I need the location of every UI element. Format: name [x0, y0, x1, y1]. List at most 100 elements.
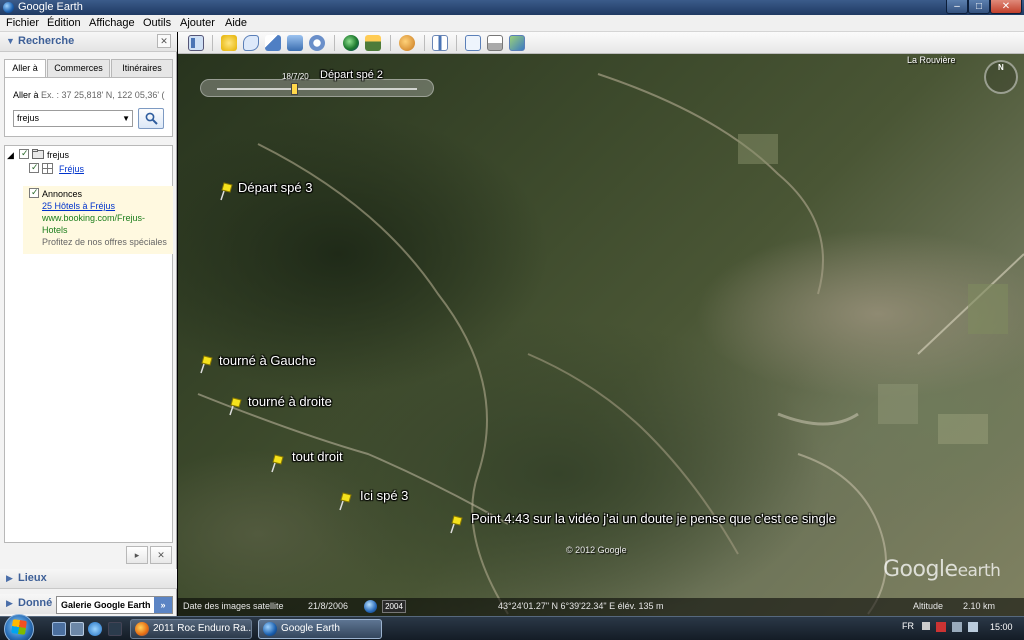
taskbar: 2011 Roc Enduro Ra... Google Earth FR 15…: [0, 614, 1024, 640]
placemark-label[interactable]: Point 4:43 sur la vidéo j'ai un doute je…: [471, 511, 836, 526]
tray-arrow-icon[interactable]: [922, 622, 930, 630]
dropdown-arrow-icon[interactable]: ▼: [122, 111, 130, 126]
menu-affichage[interactable]: Affichage: [89, 17, 135, 30]
collapse-arrow-icon: ▼: [6, 36, 15, 46]
network-icon[interactable]: [952, 622, 962, 632]
title-bar: Google Earth – □ ✕: [0, 0, 1024, 15]
goto-hint: Ex. : 37 25,818' N, 122 05,36' (: [41, 90, 165, 100]
print-icon[interactable]: [487, 35, 503, 51]
imagery-year-badge[interactable]: 2004: [382, 600, 406, 613]
maximize-button[interactable]: □: [968, 0, 990, 14]
grid-icon: [42, 163, 53, 174]
quicklaunch-more-icon[interactable]: [108, 622, 122, 636]
time-slider[interactable]: [200, 79, 434, 97]
internet-explorer-icon[interactable]: [88, 622, 102, 636]
placemark-label[interactable]: tourné à droite: [248, 394, 332, 409]
panel-close-icon[interactable]: ✕: [157, 34, 171, 48]
placemark-label[interactable]: Ici spé 3: [360, 488, 408, 503]
side-panel: ▼ Recherche ✕ Aller à Commerces Itinérai…: [0, 32, 177, 616]
placemark-icon[interactable]: [221, 35, 237, 51]
toolbar: [178, 32, 1024, 54]
screen: Google Earth – □ ✕ Fichier Édition Affic…: [0, 0, 1024, 640]
map-view[interactable]: 18/7/20 Départ spé 2 La Rouvière N Dépar…: [178, 54, 1024, 616]
placemark-pin-icon[interactable]: [339, 491, 355, 511]
ad-url-line-1[interactable]: www.booking.com/Frejus-: [42, 213, 145, 223]
planets-icon[interactable]: [399, 35, 415, 51]
google-earth-icon: [263, 622, 277, 636]
lieux-panel-header[interactable]: ▶ Lieux: [0, 569, 177, 589]
checkbox-frejus[interactable]: [19, 148, 29, 159]
placemark-pin-icon[interactable]: [450, 514, 466, 534]
volume-icon[interactable]: [968, 622, 978, 632]
cursor-coordinates: 43°24'01.27" N 6°39'22.34" E élév. 135 m: [498, 601, 664, 611]
view-in-maps-icon[interactable]: [509, 35, 525, 51]
tree-item-frejus-place[interactable]: Fréjus: [59, 164, 84, 174]
placemark-label[interactable]: Départ spé 3: [238, 180, 312, 195]
ads-box: Annonces 25 Hôtels à Fréjus www.booking.…: [23, 186, 173, 254]
action-center-icon[interactable]: [936, 622, 946, 632]
polygon-icon[interactable]: [243, 35, 259, 51]
placemark-label[interactable]: tout droit: [292, 449, 343, 464]
record-tour-icon[interactable]: [309, 35, 325, 51]
start-button[interactable]: [4, 614, 34, 640]
menu-edition[interactable]: Édition: [47, 17, 81, 30]
tree-expander-icon[interactable]: ◢: [7, 150, 14, 161]
search-input[interactable]: frejus ▼: [13, 110, 133, 127]
sunlight-icon[interactable]: [365, 35, 381, 51]
navigation-compass[interactable]: N: [984, 60, 1018, 94]
windows-logo-icon: [11, 619, 27, 635]
donnees-panel-header[interactable]: ▶ Donné: [0, 594, 56, 614]
play-tour-button[interactable]: ▸: [126, 546, 148, 564]
menu-outils[interactable]: Outils: [143, 17, 171, 30]
tree-item-frejus[interactable]: frejus: [47, 150, 69, 160]
path-icon[interactable]: [265, 35, 281, 51]
task-google-earth[interactable]: Google Earth: [258, 619, 382, 639]
time-slider-track: [217, 88, 417, 90]
ruler-icon[interactable]: [432, 35, 448, 51]
logo-main: Google: [883, 557, 958, 582]
email-icon[interactable]: [465, 35, 481, 51]
placemark-pin-icon[interactable]: [200, 354, 216, 374]
separator: [212, 35, 213, 51]
language-indicator[interactable]: FR: [902, 621, 914, 631]
checkbox-frejus-place[interactable]: [29, 162, 39, 173]
menu-ajouter[interactable]: Ajouter: [180, 17, 215, 30]
checkbox-annonces[interactable]: [29, 187, 39, 198]
historical-imagery-globe-icon[interactable]: [364, 600, 377, 613]
google-earth-icon: [3, 2, 14, 13]
ad-description: Profitez de nos offres spéciales: [42, 237, 167, 247]
clock[interactable]: 15:00: [990, 622, 1013, 632]
minimize-button[interactable]: –: [946, 0, 968, 14]
folder-icon: [32, 149, 44, 159]
placemark-pin-icon[interactable]: [220, 181, 236, 201]
search-panel-header[interactable]: ▼ Recherche ✕: [0, 32, 177, 52]
task-firefox[interactable]: 2011 Roc Enduro Ra...: [130, 619, 252, 639]
menu-fichier[interactable]: Fichier: [6, 17, 39, 30]
close-button[interactable]: ✕: [990, 0, 1022, 14]
search-tabs: Aller à Commerces Itinéraires: [4, 59, 173, 78]
placemark-label[interactable]: tourné à Gauche: [219, 353, 316, 368]
tab-itineraires[interactable]: Itinéraires: [111, 59, 173, 77]
separator: [424, 35, 425, 51]
places-tree: ◢ frejus Fréjus Annonces 25 Hôtels à Fré…: [4, 145, 173, 543]
ad-url-line-2[interactable]: Hotels: [42, 225, 68, 235]
search-input-value: frejus: [17, 113, 40, 123]
menu-aide[interactable]: Aide: [225, 17, 247, 30]
tab-aller-a[interactable]: Aller à: [4, 59, 46, 78]
search-button[interactable]: [138, 108, 164, 129]
placemark-pin-icon[interactable]: [229, 396, 245, 416]
goto-pane: Aller à Ex. : 37 25,818' N, 122 05,36' (…: [4, 77, 173, 137]
switch-windows-icon[interactable]: [70, 622, 84, 636]
placemark-pin-icon[interactable]: [271, 453, 287, 473]
show-desktop-icon[interactable]: [52, 622, 66, 636]
ad-link[interactable]: 25 Hôtels à Fréjus: [42, 201, 115, 211]
tab-commerces[interactable]: Commerces: [47, 59, 110, 77]
image-overlay-icon[interactable]: [287, 35, 303, 51]
historical-imagery-icon[interactable]: [343, 35, 359, 51]
time-slider-thumb[interactable]: [291, 83, 298, 95]
task-google-earth-label: Google Earth: [281, 623, 340, 634]
galerie-button[interactable]: Galerie Google Earth »: [56, 596, 173, 614]
clear-search-button[interactable]: ✕: [150, 546, 172, 564]
sidebar-toggle-icon[interactable]: [188, 35, 204, 51]
placemark-label-depart-spe-2[interactable]: Départ spé 2: [320, 69, 383, 81]
